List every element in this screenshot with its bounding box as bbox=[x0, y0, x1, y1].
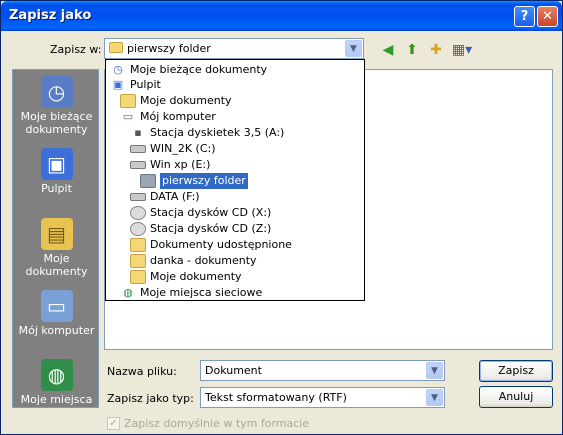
dropdown-item[interactable]: ▪ Stacja dyskietek 3,5 (A:) bbox=[130, 125, 284, 141]
dropdown-item[interactable]: Stacja dysków CD (Z:) bbox=[130, 221, 271, 237]
cd-icon bbox=[130, 206, 146, 220]
network-icon: ◍ bbox=[123, 286, 133, 299]
location-dropdown-list: ◷ Moje bieżące dokumenty ▣ Pulpit Moje dok… bbox=[105, 59, 365, 301]
folder-icon bbox=[130, 238, 146, 252]
folder-open-icon bbox=[140, 174, 156, 188]
place-desktop[interactable]: ▣ Pulpit bbox=[13, 144, 100, 214]
location-combo[interactable]: pierwszy folder ▼ bbox=[104, 38, 364, 59]
cd-icon bbox=[130, 222, 146, 236]
dropdown-item[interactable]: ▭ Mój komputer bbox=[120, 109, 216, 125]
dropdown-item[interactable]: ◍ Moje miejsca sieciowe bbox=[120, 285, 262, 301]
window-title: Zapisz jako bbox=[9, 8, 92, 23]
dropdown-item-selected[interactable]: pierwszy folder bbox=[140, 173, 248, 189]
dropdown-item[interactable]: Moje dokumenty bbox=[130, 269, 242, 285]
floppy-icon: ▪ bbox=[134, 126, 142, 139]
filename-input[interactable]: Dokument ▼ bbox=[200, 360, 445, 381]
folder-icon bbox=[109, 42, 123, 53]
file-type-label: Zapisz jako typ: bbox=[107, 392, 194, 405]
default-format-checkbox[interactable]: ✓ Zapisz domyślnie w tym formacie bbox=[107, 417, 309, 430]
dropdown-item[interactable]: Moje dokumenty bbox=[120, 93, 232, 109]
drive-icon bbox=[130, 193, 146, 201]
documents-icon: ▤ bbox=[40, 218, 73, 250]
folder-icon bbox=[130, 270, 146, 284]
computer-icon: ▭ bbox=[40, 290, 73, 322]
place-recent[interactable]: ◷ Moje bieżące dokumenty bbox=[13, 72, 100, 142]
location-combo-value: pierwszy folder bbox=[109, 42, 211, 55]
place-documents[interactable]: ▤ Moje dokumenty bbox=[13, 214, 100, 284]
desktop-icon: ▣ bbox=[112, 78, 124, 91]
dropdown-item[interactable]: danka - dokumenty bbox=[130, 253, 257, 269]
checkbox-box[interactable]: ✓ bbox=[107, 417, 120, 430]
chevron-down-icon[interactable]: ▼ bbox=[426, 362, 443, 379]
recent-icon: ◷ bbox=[113, 63, 123, 76]
dropdown-item[interactable]: Win xp (E:) bbox=[130, 157, 210, 173]
up-folder-icon[interactable]: ⬆ bbox=[401, 40, 423, 60]
title-bar[interactable]: Zapisz jako ? ✕ bbox=[1, 1, 562, 31]
views-menu-icon[interactable]: ▦▾ bbox=[449, 40, 475, 60]
dropdown-item[interactable]: ◷ Moje bieżące dokumenty bbox=[110, 62, 267, 78]
places-bar: ◷ Moje bieżące dokumenty ▣ Pulpit ▤ Moje… bbox=[12, 69, 99, 408]
place-computer[interactable]: ▭ Mój komputer bbox=[13, 286, 100, 356]
save-button[interactable]: Zapisz bbox=[479, 360, 553, 382]
chevron-down-icon[interactable]: ▼ bbox=[426, 389, 443, 406]
close-button[interactable]: ✕ bbox=[537, 6, 558, 27]
desktop-icon: ▣ bbox=[40, 148, 73, 180]
dropdown-item[interactable]: WIN_2K (C:) bbox=[130, 141, 216, 157]
back-icon[interactable]: ◀ bbox=[377, 40, 399, 60]
folder-icon bbox=[120, 94, 136, 108]
filename-label: Nazwa pliku: bbox=[107, 365, 177, 378]
computer-icon: ▭ bbox=[122, 110, 134, 123]
location-label: Zapisz w: bbox=[50, 43, 102, 56]
help-button[interactable]: ? bbox=[514, 6, 535, 27]
drive-icon bbox=[130, 145, 146, 153]
folder-icon bbox=[130, 254, 146, 268]
place-network[interactable]: ◍ Moje miejsca bbox=[13, 355, 100, 425]
chevron-down-icon[interactable]: ▼ bbox=[345, 40, 362, 57]
dropdown-item[interactable]: DATA (F:) bbox=[130, 189, 200, 205]
drive-icon bbox=[130, 161, 146, 169]
network-icon: ◍ bbox=[40, 359, 73, 391]
cancel-button[interactable]: Anuluj bbox=[479, 386, 553, 408]
dropdown-item[interactable]: Stacja dysków CD (X:) bbox=[130, 205, 271, 221]
dropdown-item[interactable]: ▣ Pulpit bbox=[110, 77, 161, 93]
dropdown-item[interactable]: Dokumenty udostępnione bbox=[130, 237, 292, 253]
file-type-select[interactable]: Tekst sformatowany (RTF) ▼ bbox=[200, 387, 445, 408]
new-folder-icon[interactable]: ✚ bbox=[425, 40, 447, 60]
save-as-dialog: Zapisz jako ? ✕ Zapisz w: pierwszy folde… bbox=[0, 0, 563, 435]
recent-icon: ◷ bbox=[40, 76, 73, 108]
